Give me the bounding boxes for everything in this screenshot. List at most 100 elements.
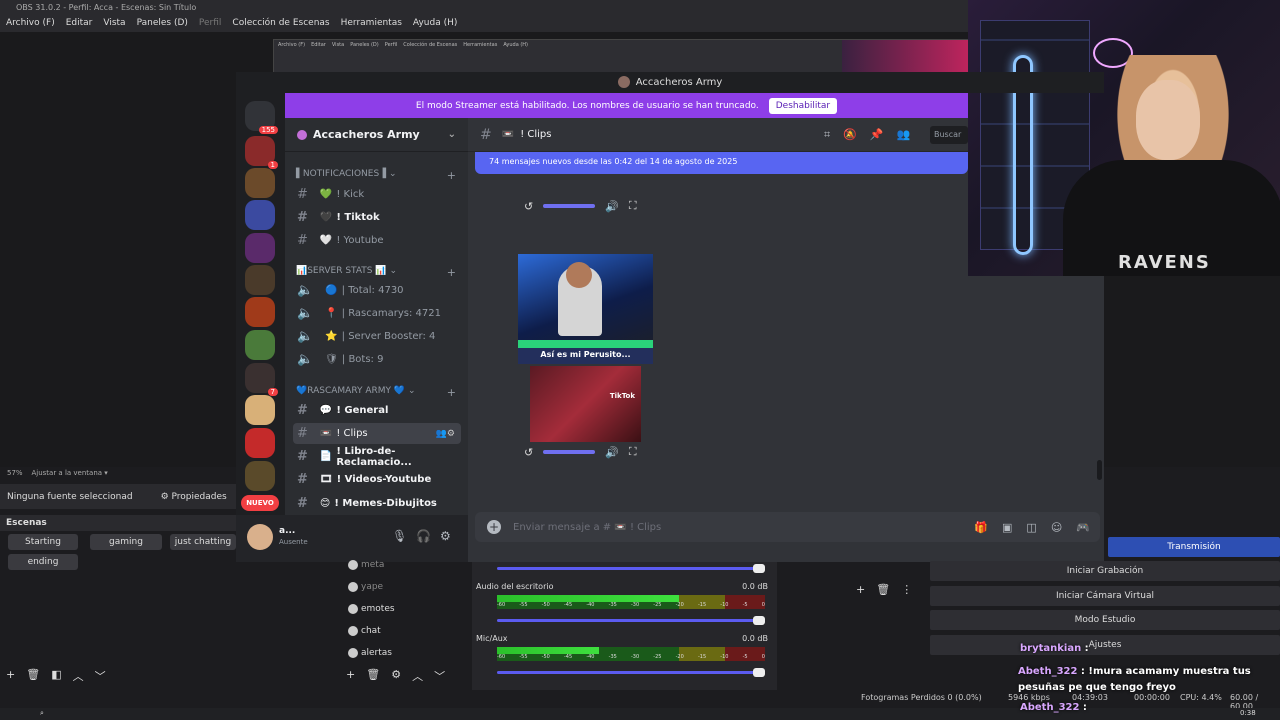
- category-server-stats[interactable]: 📊SERVER STATS 📊 ⌄ +: [296, 266, 456, 279]
- fullscreen-icon[interactable]: ⛶: [629, 199, 637, 213]
- volume-slider[interactable]: [543, 204, 596, 208]
- menu-paneles[interactable]: Paneles (D): [137, 18, 188, 30]
- volume-slider[interactable]: [543, 450, 596, 454]
- fullscreen-icon[interactable]: ⛶: [629, 445, 637, 459]
- volume-knob[interactable]: [753, 668, 765, 677]
- nuevo-badge[interactable]: NUEVO: [241, 495, 279, 511]
- search-input[interactable]: Buscar: [930, 126, 968, 144]
- notification-mute-icon[interactable]: 🔕: [843, 128, 857, 142]
- server-icon[interactable]: [245, 233, 275, 263]
- add-channel-icon[interactable]: +: [447, 169, 456, 182]
- scene-ending[interactable]: ending: [8, 554, 78, 570]
- add-channel-icon[interactable]: +: [447, 266, 456, 279]
- menu-perfil[interactable]: Perfil: [199, 18, 222, 30]
- server-icon[interactable]: 1: [245, 136, 278, 169]
- trash-icon[interactable]: 🗑: [876, 583, 890, 596]
- server-icon[interactable]: [245, 428, 275, 458]
- replay-icon[interactable]: ↺: [524, 446, 533, 459]
- headphones-icon[interactable]: 🎧: [416, 529, 431, 543]
- volume-knob[interactable]: [753, 616, 765, 625]
- gif-icon[interactable]: ▣: [1002, 521, 1012, 534]
- studio-mode-button[interactable]: Modo Estudio: [930, 610, 1280, 630]
- trash-icon[interactable]: 🗑: [26, 668, 40, 684]
- activity-icon[interactable]: 🎮: [1076, 521, 1090, 534]
- pin-icon[interactable]: 📌: [870, 128, 884, 142]
- threads-icon[interactable]: ⌗: [824, 128, 830, 142]
- scene-starting[interactable]: Starting: [8, 534, 78, 550]
- members-icon[interactable]: 👥: [897, 128, 911, 142]
- server-icon[interactable]: [245, 168, 275, 198]
- channel-bots[interactable]: 🔈 🛡 | Bots: 9: [293, 349, 461, 370]
- add-channel-icon[interactable]: +: [447, 386, 456, 399]
- menu-ayuda[interactable]: Ayuda (H): [413, 18, 457, 30]
- category-notificaciones[interactable]: ▌NOTIFICACIONES▐ ⌄ +: [296, 169, 456, 182]
- more-icon[interactable]: ⋮: [901, 583, 912, 596]
- new-messages-bar[interactable]: 74 mensajes nuevos desde las 0:42 del 14…: [475, 152, 968, 174]
- down-arrow-icon[interactable]: ﹀: [434, 668, 445, 684]
- sticker-icon[interactable]: ◫: [1026, 521, 1036, 534]
- server-icon[interactable]: [245, 297, 275, 327]
- filter-icon[interactable]: ◧: [51, 668, 61, 684]
- menu-vista[interactable]: Vista: [103, 18, 125, 30]
- search-icon[interactable]: ⌕: [40, 709, 44, 718]
- add-attachment-icon[interactable]: +: [487, 520, 501, 534]
- dm-home-icon[interactable]: 155: [245, 101, 278, 134]
- trash-icon[interactable]: 🗑: [366, 668, 380, 684]
- channel-general[interactable]: # 💬! General: [293, 400, 461, 421]
- channel-clips[interactable]: # 📼! Clips 👥⚙: [293, 423, 461, 444]
- source-meta[interactable]: meta: [348, 560, 384, 570]
- menu-editar[interactable]: Editar: [66, 18, 93, 30]
- speaker-icon[interactable]: 🔊: [605, 446, 619, 459]
- source-yape[interactable]: yape: [348, 582, 383, 592]
- source-chat[interactable]: chat: [348, 626, 381, 636]
- server-icon[interactable]: [245, 395, 275, 425]
- invite-gear-icon[interactable]: 👥⚙: [436, 429, 455, 439]
- up-arrow-icon[interactable]: ︿: [412, 668, 423, 684]
- disable-streamer-button[interactable]: Deshabilitar: [768, 97, 838, 114]
- down-arrow-icon[interactable]: ﹀: [95, 668, 106, 684]
- gear-icon[interactable]: ⚙: [391, 668, 401, 684]
- zoom-mode[interactable]: Ajustar a la ventana: [31, 469, 102, 477]
- microphone-icon[interactable]: 🎙: [392, 529, 407, 543]
- scrollbar[interactable]: [1097, 460, 1102, 480]
- server-icon[interactable]: [245, 200, 275, 230]
- source-alertas[interactable]: alertas: [348, 648, 392, 658]
- tiktok-embed[interactable]: TikTok: [530, 366, 641, 442]
- emoji-icon[interactable]: ☺: [1051, 521, 1062, 534]
- add-icon[interactable]: +: [346, 668, 355, 684]
- replay-icon[interactable]: ↺: [524, 200, 533, 213]
- category-rascamary[interactable]: 💙RASCAMARY ARMY 💙 ⌄ +: [296, 386, 456, 399]
- channel-rascamarys[interactable]: 🔈 📍 | Rascamarys: 4721: [293, 303, 461, 324]
- channel-libro[interactable]: # 📄! Libro-de-Reclamacio...: [293, 446, 461, 468]
- menu-herramientas[interactable]: Herramientas: [341, 18, 402, 30]
- channel-kick[interactable]: # 💚! Kick: [293, 184, 461, 205]
- volume-slider[interactable]: [497, 564, 765, 573]
- avatar[interactable]: [247, 524, 273, 550]
- channel-youtube[interactable]: # 🤍! Youtube: [293, 230, 461, 251]
- gift-icon[interactable]: 🎁: [974, 521, 988, 534]
- volume-knob[interactable]: [753, 564, 765, 573]
- speaker-icon[interactable]: 🔊: [605, 200, 619, 213]
- volume-slider[interactable]: [497, 668, 765, 677]
- up-arrow-icon[interactable]: ︿: [73, 668, 84, 684]
- channel-videos[interactable]: # 🎞! Videos-Youtube: [293, 469, 461, 490]
- channel-booster[interactable]: 🔈 ⭐ | Server Booster: 4: [293, 326, 461, 347]
- server-icon[interactable]: [245, 461, 275, 491]
- server-icon[interactable]: 7: [245, 363, 278, 396]
- virtual-camera-button[interactable]: Iniciar Cámara Virtual: [930, 586, 1280, 606]
- server-icon[interactable]: [245, 265, 275, 295]
- channel-tiktok[interactable]: # 🖤! Tiktok: [293, 207, 461, 228]
- record-button[interactable]: Iniciar Grabación: [930, 561, 1280, 581]
- source-emotes[interactable]: emotes: [348, 604, 395, 614]
- server-icon[interactable]: [245, 330, 275, 360]
- stream-button[interactable]: Transmisión: [1108, 537, 1280, 557]
- add-icon[interactable]: +: [6, 668, 15, 684]
- menu-archivo[interactable]: Archivo (F): [6, 18, 55, 30]
- channel-memes[interactable]: # 😊! Memes-Dibujitos: [293, 493, 461, 514]
- properties-button[interactable]: ⚙ Propiedades: [161, 492, 227, 502]
- scene-just-chatting[interactable]: just chatting: [170, 534, 236, 550]
- volume-slider[interactable]: [497, 616, 765, 625]
- channel-total[interactable]: 🔈 🔵 | Total: 4730: [293, 280, 461, 301]
- scene-gaming[interactable]: gaming: [90, 534, 162, 550]
- gear-icon[interactable]: ⚙: [440, 529, 451, 543]
